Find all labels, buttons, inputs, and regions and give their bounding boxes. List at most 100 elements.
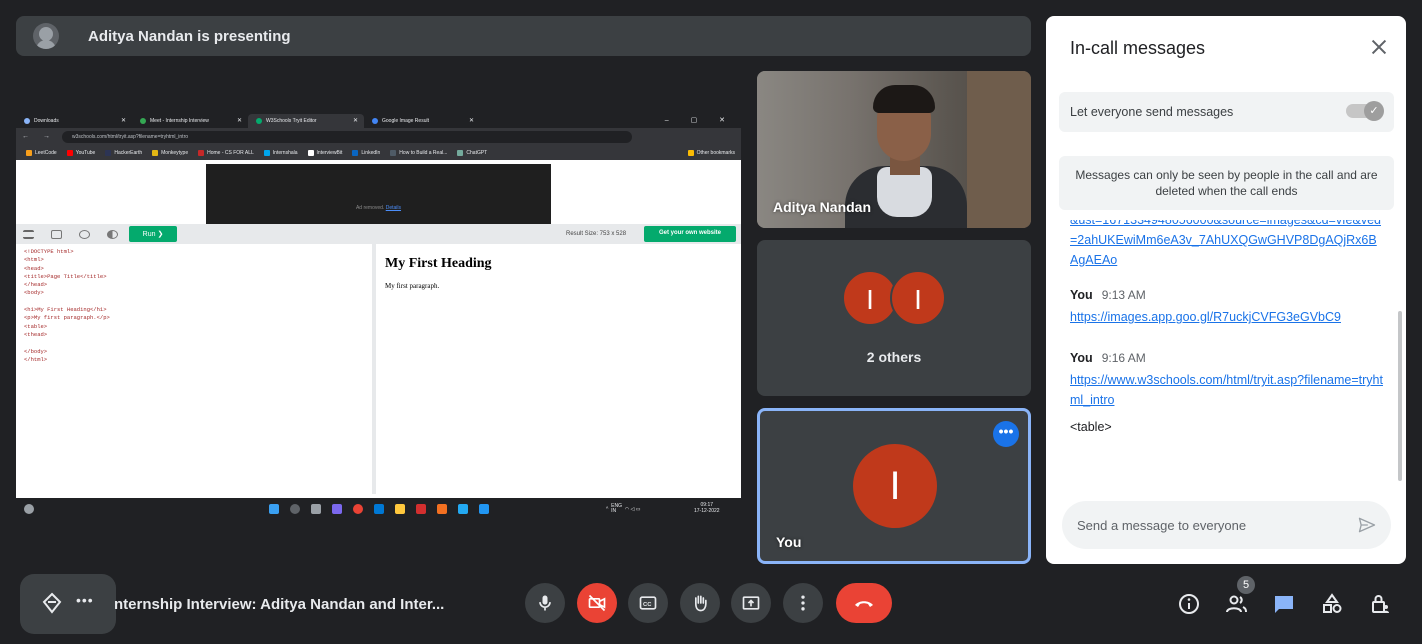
send-messages-toggle[interactable]: ✓ (1346, 101, 1384, 121)
system-tray: ^ ENG IN ◠ ◁ ▭ (606, 503, 641, 514)
participant-name: Aditya Nandan (773, 199, 872, 215)
code-line: <!DOCTYPE html> (24, 248, 74, 255)
svg-text:CC: CC (643, 602, 652, 608)
message-sender: You (1070, 288, 1093, 302)
bookmarks-bar: LeetCode YouTube HackerEarth Monkeytype … (16, 146, 741, 160)
meeting-details-button[interactable] (1175, 590, 1203, 618)
code-line: <p>My first paragraph.</p> (24, 314, 110, 322)
present-button[interactable] (731, 583, 771, 623)
more-options-button[interactable] (783, 583, 823, 623)
folder-icon (395, 504, 405, 514)
tryit-toolbar: Run ❯ Result Size: 753 x 528 Get your ow… (16, 224, 741, 244)
message-input[interactable] (1062, 501, 1342, 549)
calculator-icon (479, 504, 489, 514)
hang-up-icon (855, 601, 873, 607)
captions-button[interactable]: CC (628, 583, 668, 623)
message-link[interactable]: &ust=1671334948056000&source=images&cd=v… (1070, 220, 1385, 270)
more-dots-icon: ••• (76, 592, 94, 608)
present-screen-icon (742, 596, 760, 610)
message-link[interactable]: https://www.w3schools.com/html/tryit.asp… (1070, 370, 1385, 410)
meeting-title: nternship Interview: Aditya Nandan and I… (114, 596, 445, 613)
participant-tile-you[interactable]: I ••• You (757, 408, 1031, 564)
code-line: </head> (24, 281, 48, 289)
browser-tabs: Downloads ✕ Meet - Internship Interview ✕ … (16, 114, 741, 128)
code-line: <body> (24, 289, 44, 297)
code-line: <thead> (24, 330, 48, 338)
message-time: 9:16 AM (1101, 351, 1146, 365)
people-button[interactable] (1223, 590, 1251, 618)
code-line: <h1>My First Heading</h1> (24, 306, 107, 314)
microphone-button[interactable] (525, 583, 565, 623)
bookmark: InterviewBit (307, 150, 342, 156)
weather-icon (24, 504, 34, 514)
check-icon: ✓ (1364, 101, 1384, 121)
tray-clock: 09:17 17-12-2022 (694, 502, 720, 514)
captions-icon: CC (639, 596, 657, 610)
browser-tab-active: W3Schools Tryit Editor ✕ (248, 114, 364, 128)
message-link[interactable]: https://images.app.goo.gl/R7uckjCVFG3eGV… (1070, 307, 1385, 327)
camera-button[interactable] (577, 583, 617, 623)
message-time: 9:13 AM (1101, 288, 1146, 302)
participant-name: You (776, 534, 802, 550)
presenting-banner: Aditya Nandan is presenting (16, 16, 1031, 56)
code-editor: <!DOCTYPE html> <html> <head> <title>Page T… (20, 244, 376, 494)
leave-call-button[interactable] (836, 583, 892, 623)
presenter-avatar (33, 23, 59, 49)
bookmark: ChatGPT (457, 150, 487, 156)
panel-title: In-call messages (1070, 38, 1206, 58)
bookmark: How to Build a Real... (390, 150, 447, 156)
shapes-icon (1323, 593, 1342, 613)
other-bookmarks: Other bookmarks (687, 150, 735, 156)
activities-panel-button[interactable] (1318, 590, 1346, 618)
browser-url: w3schools.com/html/tryit.asp?filename=tr… (62, 131, 632, 143)
more-options-icon[interactable]: ••• (993, 421, 1019, 447)
sublime-icon (437, 504, 447, 514)
ad-details-link: Details (385, 205, 402, 211)
bookmark: YouTube (66, 150, 95, 156)
raise-hand-button[interactable] (680, 583, 720, 623)
host-controls-button[interactable] (1366, 590, 1394, 618)
message-list: &ust=1671334948056000&source=images&cd=v… (1070, 220, 1385, 496)
shared-screen: Downloads ✕ Meet - Internship Interview ✕ … (16, 114, 741, 520)
theme-icon (107, 230, 118, 239)
close-icon[interactable] (1368, 36, 1390, 58)
camera-off-icon (588, 594, 606, 612)
bookmark: Internshala (263, 150, 298, 156)
start-icon (269, 504, 279, 514)
browser-address-bar: ← → ⟳ w3schools.com/html/tryit.asp?filen… (16, 128, 741, 146)
code-line: </body> (24, 347, 48, 355)
lock-person-icon (1372, 595, 1389, 613)
info-icon (1179, 594, 1199, 614)
code-line: <html> (24, 256, 44, 264)
in-call-messages-panel: In-call messages Let everyone send messa… (1046, 16, 1406, 564)
ad-placeholder: Ad removed. Details (206, 164, 551, 224)
bookmark: LeetCode (26, 150, 57, 156)
save-icon (51, 230, 62, 239)
messages-notice: Messages can only be seen by people in t… (1059, 156, 1394, 210)
scrollbar[interactable] (1398, 311, 1402, 481)
send-icon[interactable] (1357, 515, 1377, 535)
ad-removed-text: Ad removed. (355, 205, 385, 211)
windows-taskbar: ^ ENG IN ◠ ◁ ▭ 09:17 17-12-2022 (16, 498, 741, 520)
disable-icon (79, 230, 90, 239)
code-line: <head> (24, 264, 44, 272)
avatar: I (853, 444, 937, 528)
code-line: </html> (24, 355, 48, 363)
teams-icon (332, 504, 342, 514)
more-vert-icon (801, 595, 805, 611)
participant-tile-others[interactable]: I I 2 others (757, 240, 1031, 396)
avatar: I (890, 270, 946, 326)
activities-icon (42, 592, 62, 614)
message-header: You 9:13 AM (1070, 288, 1385, 302)
bookmark: LinkedIn (352, 150, 380, 156)
activities-button[interactable]: ••• (20, 574, 116, 634)
message-text: <table> (1070, 420, 1112, 434)
message-header: You 9:16 AM (1070, 351, 1385, 365)
participant-tile-aditya[interactable]: Aditya Nandan (757, 71, 1031, 228)
message-compose (1062, 501, 1391, 549)
result-preview: My First Heading My first paragraph. (380, 244, 741, 494)
task-view-icon (311, 504, 321, 514)
chat-button[interactable] (1270, 590, 1298, 618)
